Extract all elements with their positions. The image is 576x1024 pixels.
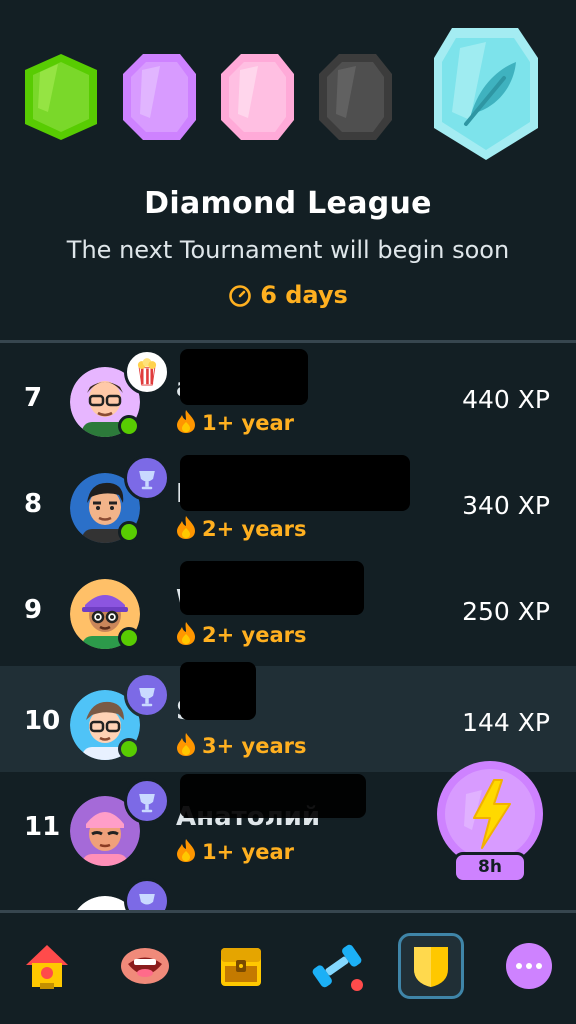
xp-value: 144 XP — [462, 708, 550, 737]
countdown-text: 6 days — [260, 281, 348, 309]
league-subtitle: The next Tournament will begin soon — [66, 236, 510, 264]
trophy-icon — [124, 455, 170, 501]
leaderboard-row[interactable]: 7 aste 1+ year 440 XP — [0, 343, 576, 449]
streak: 2+ years — [176, 515, 306, 541]
flame-icon — [177, 516, 195, 539]
shield-icon — [414, 947, 448, 987]
rank: 9 — [24, 595, 43, 625]
clock-icon — [229, 285, 251, 307]
streak-text: 1+ year — [202, 840, 294, 864]
flame-icon — [177, 839, 195, 862]
streak-text: 3+ years — [202, 734, 307, 758]
streak: 2+ years — [176, 621, 306, 647]
flame-icon — [177, 733, 195, 756]
amethyst-league-badge[interactable] — [123, 54, 196, 140]
nav-speak[interactable] — [112, 933, 178, 999]
league-badges — [25, 28, 538, 160]
boost-timer: 8h — [453, 852, 527, 883]
rank: 10 — [24, 706, 61, 736]
emerald-league-badge[interactable] — [25, 54, 97, 140]
xp-value: 250 XP — [462, 597, 550, 626]
trophy-icon — [124, 778, 170, 824]
xp-value: 340 XP — [462, 491, 550, 520]
pearl-league-badge[interactable] — [221, 54, 294, 140]
leaderboard-row[interactable]: 9 W 2+ years 250 XP — [0, 555, 576, 661]
online-indicator — [118, 738, 140, 760]
leaderboard-row-current-user[interactable]: 10 S 3+ years 144 XP — [0, 662, 576, 772]
nav-more[interactable] — [496, 933, 562, 999]
online-indicator — [118, 627, 140, 649]
leaderboard-row[interactable]: 8 Ng ai 2+ years 340 XP — [0, 449, 576, 555]
online-indicator — [118, 521, 140, 543]
redaction — [180, 349, 308, 405]
trophy-icon — [124, 672, 170, 718]
streak-text: 2+ years — [202, 517, 307, 541]
flame-icon — [177, 410, 195, 433]
redaction — [180, 662, 256, 720]
rank: 7 — [24, 383, 43, 413]
bottom-nav — [0, 910, 576, 1024]
chest-icon — [221, 948, 261, 986]
streak: 3+ years — [176, 732, 306, 758]
nav-practice[interactable] — [304, 933, 370, 999]
more-icon — [506, 943, 552, 989]
streak-text: 1+ year — [202, 411, 294, 435]
countdown: 6 days — [0, 281, 576, 309]
league-title: Diamond League — [144, 186, 432, 221]
nav-leagues[interactable] — [398, 933, 464, 999]
dumbbell-icon — [312, 944, 363, 991]
streak: 1+ year — [176, 409, 294, 435]
trophy-icon — [124, 878, 170, 910]
redaction — [180, 561, 364, 615]
streak: 1+ year — [176, 838, 294, 864]
streak-text: 2+ years — [202, 623, 307, 647]
popcorn-icon — [124, 349, 170, 395]
rank: 8 — [24, 489, 43, 519]
diamond-league-badge[interactable] — [434, 28, 538, 160]
rank: 11 — [24, 812, 61, 842]
mouth-icon — [121, 948, 169, 984]
nav-shop[interactable] — [208, 933, 274, 999]
flame-icon — [177, 622, 195, 645]
online-indicator — [118, 415, 140, 437]
league-header: Diamond League The next Tournament will … — [0, 0, 576, 340]
redaction — [180, 455, 410, 511]
xp-value: 440 XP — [462, 385, 550, 414]
nav-home[interactable] — [14, 933, 80, 999]
home-icon — [26, 945, 68, 989]
obsidian-league-badge[interactable] — [319, 54, 392, 140]
redaction — [180, 774, 366, 818]
